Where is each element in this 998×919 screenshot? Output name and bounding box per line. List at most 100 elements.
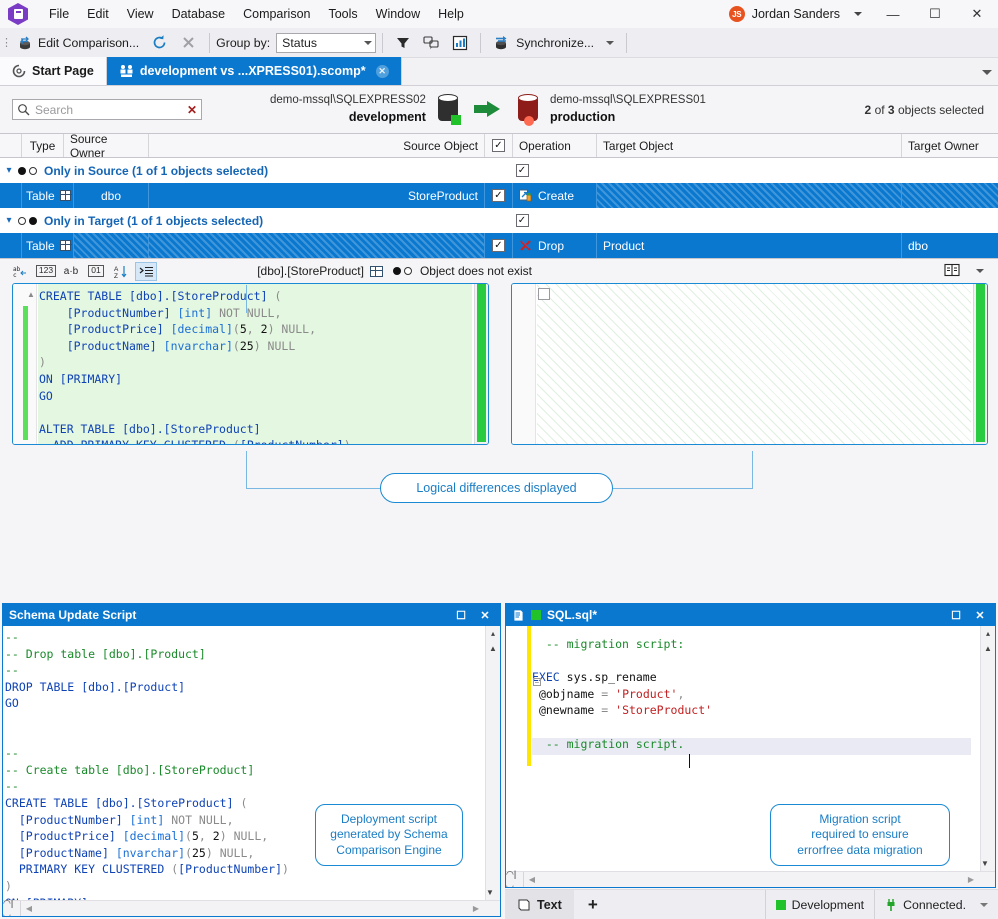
title-bar-right: JS Jordan Sanders — ☐ ✕ [723, 0, 998, 28]
clear-x-icon[interactable]: ✕ [187, 103, 197, 117]
user-account[interactable]: JS Jordan Sanders [723, 6, 846, 22]
toolbar-grip[interactable]: ⋮ [1, 34, 12, 52]
whitespace-icon[interactable]: a·b [60, 262, 82, 281]
table-row-product[interactable]: Table ✓ Drop Product dbo [0, 233, 998, 258]
schema-update-vscrollbar[interactable]: ▴ ▲ ▼ [485, 626, 500, 916]
menu-help[interactable]: Help [429, 3, 473, 25]
group-checkbox-target[interactable]: ✓ [508, 208, 536, 233]
group-expand-chevron-icon[interactable]: ▾ [0, 208, 18, 233]
tab-start-page[interactable]: Start Page [0, 57, 107, 85]
menu-tools[interactable]: Tools [319, 3, 366, 25]
grid-col-source-owner[interactable]: Source Owner [64, 132, 149, 160]
scroll-right-icon[interactable]: ▶ [963, 875, 979, 884]
maximize-button[interactable]: ☐ [914, 0, 956, 28]
close-icon[interactable]: ✕ [375, 64, 389, 78]
grid-group-row-source[interactable]: ▾ Only in Source (1 of 1 objects selecte… [0, 158, 998, 183]
grid-col-source-object[interactable]: Source Object [149, 134, 485, 157]
minimize-button[interactable]: — [872, 0, 914, 28]
close-icon[interactable]: ✕ [476, 609, 494, 622]
toolbar-separator-3 [480, 32, 482, 53]
split-view-icon[interactable] [944, 263, 960, 280]
close-button[interactable]: ✕ [956, 0, 998, 28]
stop-button[interactable] [174, 31, 203, 55]
title-bar: File Edit View Database Comparison Tools… [0, 0, 998, 28]
refresh-button[interactable] [145, 31, 174, 55]
total-count: 3 [887, 102, 895, 117]
target-script-pane[interactable] [511, 283, 988, 445]
schema-update-script-panel: Schema Update Script ☐ ✕ -- -- Drop tabl… [2, 603, 501, 917]
scroll-up-icon[interactable]: ▲ [486, 641, 500, 656]
scroll-down-icon[interactable]: ▼ [486, 885, 494, 900]
grid-col-target-owner[interactable]: Target Owner [902, 134, 998, 157]
menu-database[interactable]: Database [163, 3, 235, 25]
maximize-icon[interactable]: ☐ [452, 609, 470, 622]
source-database-name: development [348, 109, 426, 124]
scroll-split-icon[interactable]: ▴ [486, 626, 500, 641]
environment-indicator[interactable]: Development [764, 890, 874, 919]
fold-toggle-icon[interactable]: – [533, 678, 541, 686]
menu-view[interactable]: View [118, 3, 163, 25]
grid-col-operation[interactable]: Operation [513, 134, 597, 157]
grid-group-row-target[interactable]: ▾ Only in Target (1 of 1 objects selecte… [0, 208, 998, 233]
sql-editor-body[interactable]: -- migration script: EXEC sys.sp_rename … [506, 626, 995, 887]
sql-doc-icon [513, 609, 524, 621]
chevron-down-icon [364, 40, 373, 45]
menu-file[interactable]: File [40, 3, 78, 25]
horizontal-split-icon[interactable]: ◠|◡ [506, 869, 524, 887]
menu-window[interactable]: Window [367, 3, 429, 25]
edit-comparison-button[interactable]: Edit Comparison... [11, 31, 145, 55]
report-chart-icon [453, 35, 468, 50]
chevron-down-icon[interactable] [980, 902, 988, 907]
sql-editor-hscrollbar[interactable]: ◠|◡ ◀ ▶ [506, 869, 995, 887]
target-overview-scrollbar[interactable] [973, 284, 987, 444]
scroll-left-icon[interactable]: ◀ [524, 875, 540, 884]
sql-editor-vscrollbar[interactable]: ▴ ▲ ▼ [980, 626, 995, 887]
chevron-down-icon[interactable] [976, 269, 984, 273]
tab-text[interactable]: Text [505, 889, 574, 919]
line-numbers-icon[interactable]: 123 [35, 262, 57, 281]
group-by-select[interactable]: Status [276, 32, 377, 53]
row-checkbox-product[interactable]: ✓ [485, 233, 513, 258]
scroll-right-icon[interactable]: ▶ [468, 904, 484, 913]
wrap-text-icon[interactable]: ab c [10, 262, 32, 281]
chevron-down-icon[interactable] [854, 12, 862, 16]
compare-button[interactable] [417, 31, 446, 55]
source-code-text: CREATE TABLE [dbo].[StoreProduct] ( [Pro… [39, 289, 351, 444]
search-input[interactable]: Search ✕ [12, 99, 202, 120]
grid-col-type[interactable]: Type [22, 134, 64, 157]
tab-overflow-button[interactable] [982, 64, 992, 78]
schema-update-script-body[interactable]: -- -- Drop table [dbo].[Product] -- DROP… [3, 626, 500, 916]
synchronize-dropdown[interactable] [600, 31, 620, 55]
tab-comparison-document[interactable]: development vs ...XPRESS01).scomp* ✕ [106, 57, 402, 85]
synchronize-button[interactable]: Synchronize... [487, 31, 600, 55]
grid-col-target-object[interactable]: Target Object [597, 134, 902, 157]
row-checkbox-storeproduct[interactable]: ✓ [485, 183, 513, 208]
close-icon[interactable]: ✕ [971, 609, 989, 622]
report-button[interactable] [446, 31, 474, 55]
source-script-pane[interactable]: ▲ CREATE TABLE [dbo].[StoreProduct] ( [P… [12, 283, 489, 445]
grid-col-checkbox[interactable]: ✓ [485, 134, 513, 157]
menu-comparison[interactable]: Comparison [234, 3, 319, 25]
one-column-icon[interactable]: 01 [85, 262, 107, 281]
scroll-up-icon[interactable]: ▲ [981, 641, 995, 656]
scroll-split-icon[interactable]: ▴ [981, 626, 995, 641]
row-operation: Create [519, 189, 574, 203]
row-target-object: Product [597, 233, 902, 258]
group-checkbox-source[interactable]: ✓ [508, 158, 536, 183]
menu-edit[interactable]: Edit [78, 3, 118, 25]
schema-update-hscrollbar[interactable]: ◠|◡ ◀ ▶ [3, 898, 500, 916]
horizontal-split-icon[interactable]: ◠|◡ [3, 898, 21, 916]
add-tab-button[interactable]: + [574, 895, 612, 915]
group-expand-chevron-icon[interactable]: ▾ [0, 158, 18, 183]
indent-icon[interactable] [135, 261, 157, 281]
source-overview-scrollbar[interactable] [474, 284, 488, 444]
filter-button[interactable] [389, 31, 417, 55]
scroll-left-icon[interactable]: ◀ [21, 904, 37, 913]
table-row-storeproduct[interactable]: Table dbo StoreProduct ✓ Create [0, 183, 998, 208]
schema-update-script-titlebar: Schema Update Script ☐ ✕ [3, 604, 500, 626]
select-all-checkbox[interactable]: ✓ [492, 139, 505, 152]
scroll-down-icon[interactable]: ▼ [981, 856, 989, 871]
connection-indicator[interactable]: Connected. [874, 890, 998, 919]
sort-az-icon[interactable]: AZ [110, 262, 132, 281]
maximize-icon[interactable]: ☐ [947, 609, 965, 622]
